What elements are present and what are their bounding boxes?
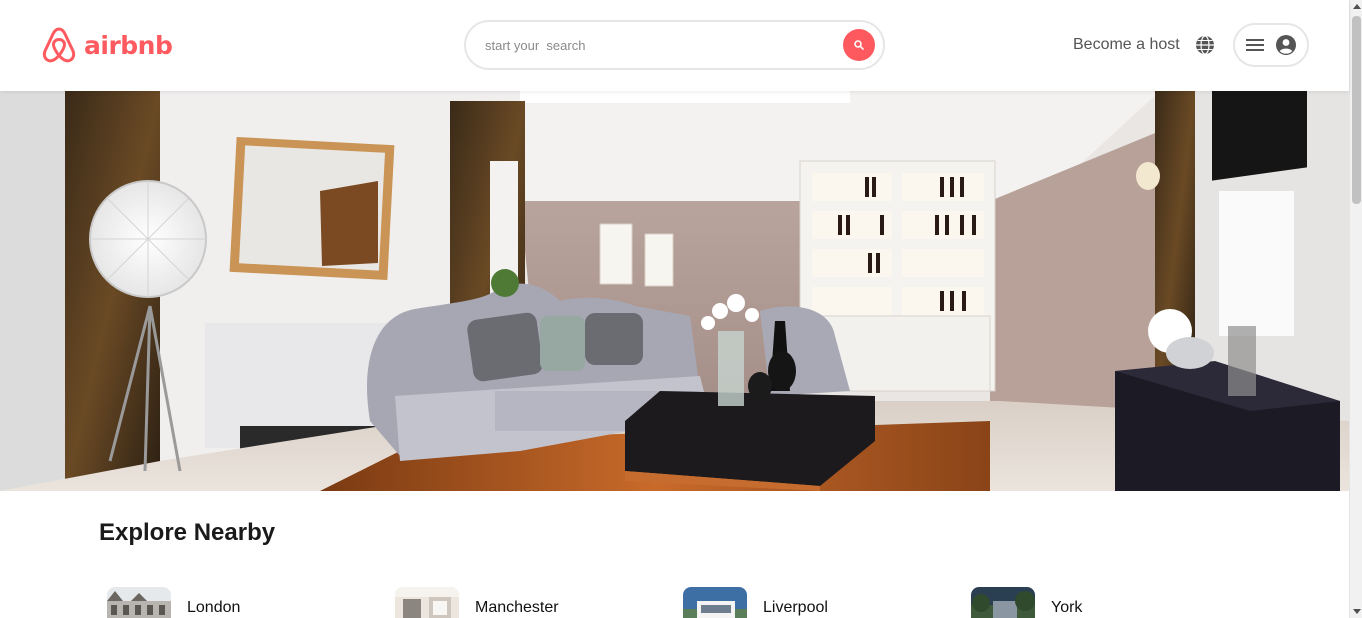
search-bar: [464, 20, 885, 70]
manchester-thumbnail: [395, 587, 459, 618]
liverpool-thumbnail: [683, 587, 747, 618]
user-avatar-icon: [1276, 35, 1296, 55]
scroll-down-arrow-icon[interactable]: [1353, 609, 1361, 614]
nearby-item-manchester[interactable]: Manchester: [395, 587, 559, 618]
vertical-scrollbar[interactable]: [1349, 0, 1362, 618]
nearby-label: York: [1051, 598, 1083, 616]
search-input[interactable]: [485, 37, 843, 53]
airbnb-logo-icon: [42, 27, 76, 63]
header: airbnb Become a host: [0, 0, 1349, 91]
search-button[interactable]: [843, 29, 875, 61]
york-thumbnail: [971, 587, 1035, 618]
hamburger-menu-icon: [1246, 39, 1264, 51]
nearby-item-liverpool[interactable]: Liverpool: [683, 587, 828, 618]
profile-menu-button[interactable]: [1233, 23, 1309, 67]
nearby-label: London: [187, 598, 241, 616]
nearby-list: London Manchester Liverpool York: [107, 587, 1307, 618]
page: airbnb Become a host: [0, 0, 1362, 618]
scroll-thumb[interactable]: [1352, 16, 1361, 204]
nearby-item-york[interactable]: York: [971, 587, 1082, 618]
nearby-label: Manchester: [475, 598, 559, 616]
explore-nearby-heading: Explore Nearby: [99, 519, 276, 546]
london-thumbnail: [107, 587, 171, 618]
globe-icon[interactable]: [1194, 34, 1216, 56]
living-room-image: [0, 91, 1349, 491]
hero-banner: [0, 91, 1349, 491]
nearby-label: Liverpool: [763, 598, 828, 616]
brand-name: airbnb: [84, 30, 173, 60]
airbnb-logo[interactable]: airbnb: [40, 24, 173, 66]
become-host-link[interactable]: Become a host: [1073, 36, 1180, 54]
search-icon: [854, 40, 864, 50]
nearby-item-london[interactable]: London: [107, 587, 240, 618]
scroll-up-arrow-icon[interactable]: [1353, 4, 1361, 9]
